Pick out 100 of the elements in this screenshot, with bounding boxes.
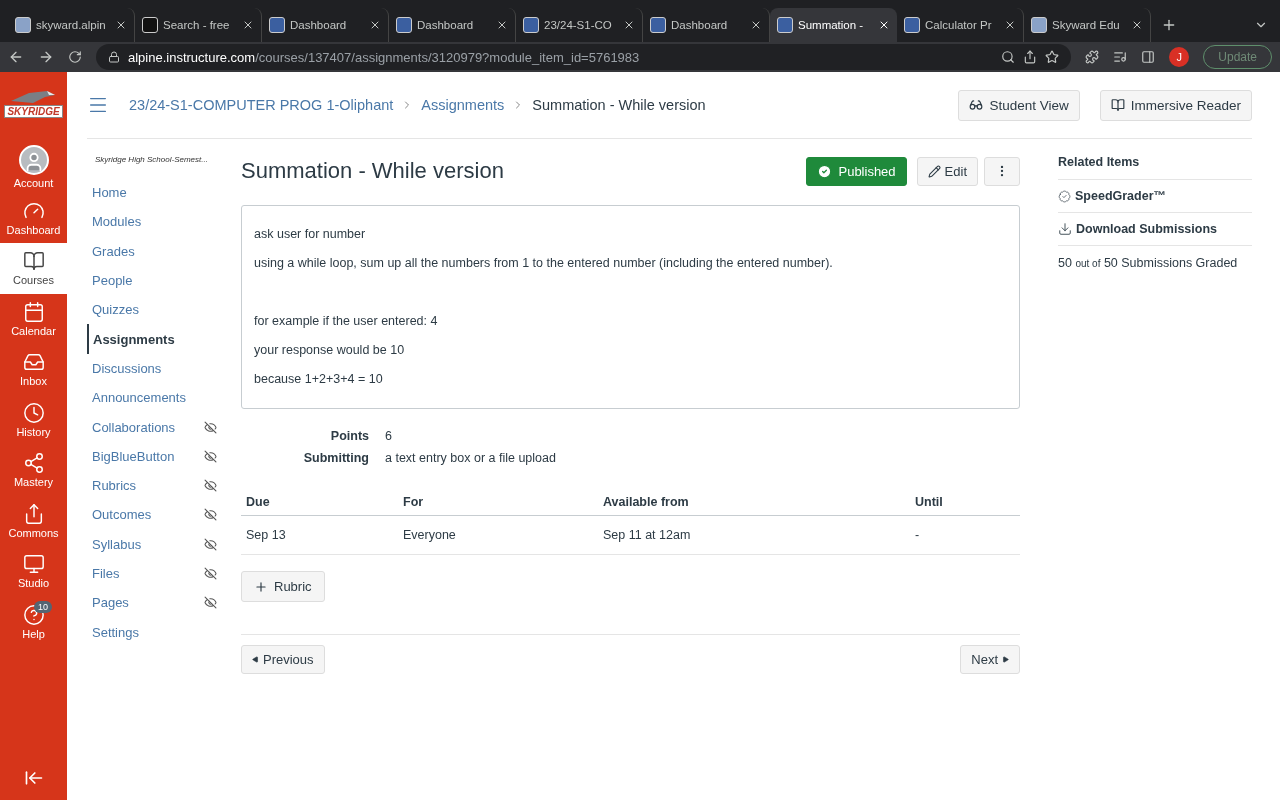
- left-triangle-icon: [252, 656, 259, 663]
- favicon-icon: [777, 17, 793, 33]
- next-button[interactable]: Next: [960, 645, 1020, 674]
- favicon-icon: [15, 17, 31, 33]
- global-nav-item[interactable]: Commons: [0, 495, 67, 546]
- assignment-title: Summation - While version: [241, 158, 505, 184]
- reload-icon[interactable]: [68, 50, 82, 64]
- breadcrumb-link[interactable]: Assignments: [421, 97, 505, 113]
- table-cell: Sep 11 at 12am: [598, 516, 910, 555]
- favicon-icon: [142, 17, 158, 33]
- glasses-icon: [969, 98, 984, 112]
- published-button[interactable]: Published: [806, 156, 907, 186]
- global-nav-item[interactable]: Dashboard: [0, 192, 67, 243]
- clock-icon: [22, 401, 45, 424]
- course-nav-link[interactable]: Rubrics: [87, 470, 217, 501]
- right-triangle-icon: [1002, 656, 1009, 663]
- global-nav-item[interactable]: Calendar: [0, 293, 67, 344]
- global-nav-item[interactable]: Mastery: [0, 445, 67, 496]
- global-nav-item[interactable]: Help 10: [0, 596, 67, 647]
- add-rubric-button[interactable]: Rubric: [241, 571, 325, 602]
- previous-button[interactable]: Previous: [241, 645, 325, 674]
- zoom-icon[interactable]: [1001, 50, 1016, 64]
- lock-icon: [108, 51, 120, 63]
- close-icon[interactable]: [369, 19, 381, 31]
- close-icon[interactable]: [878, 19, 890, 31]
- close-icon[interactable]: [1131, 19, 1143, 31]
- collapse-icon[interactable]: [23, 768, 44, 788]
- share-icon[interactable]: [1023, 50, 1038, 64]
- detail-label: Submitting: [302, 451, 369, 465]
- global-nav-item[interactable]: Studio: [0, 546, 67, 597]
- favicon-icon: [269, 17, 285, 33]
- global-nav-item[interactable]: Courses: [0, 243, 67, 294]
- bookmark-icon[interactable]: [1045, 50, 1060, 64]
- plus-icon: [254, 579, 268, 594]
- media-icon[interactable]: [1113, 50, 1128, 64]
- global-nav-item[interactable]: Inbox: [0, 344, 67, 395]
- side-panel-icon[interactable]: [1141, 50, 1156, 64]
- monitor-icon: [22, 553, 45, 576]
- immersive-reader-button[interactable]: Immersive Reader: [1099, 89, 1252, 121]
- favicon-icon: [523, 17, 539, 33]
- pencil-icon: [927, 164, 941, 178]
- book-icon: [22, 250, 45, 273]
- forward-icon[interactable]: [38, 49, 54, 65]
- related-items-heading: Related Items: [1058, 155, 1252, 180]
- close-icon[interactable]: [242, 19, 254, 31]
- download-link[interactable]: Download Submissions: [1058, 213, 1252, 246]
- course-nav-link[interactable]: Syllabus: [87, 529, 217, 559]
- column-header: Until: [910, 489, 1020, 516]
- count-badge: 10: [34, 600, 52, 613]
- global-nav-item[interactable]: Account: [0, 142, 67, 193]
- student-view-button[interactable]: Student View: [958, 89, 1080, 121]
- edit-button[interactable]: Edit: [916, 156, 978, 186]
- description-text: because 1+2+3+4 = 10: [254, 371, 384, 388]
- description-text: using a while loop, sum up all the numbers from 1 to the entered number (including the entered number).: [254, 255, 834, 272]
- course-nav-link[interactable]: Home: [87, 178, 217, 208]
- course-nav-link[interactable]: Settings: [87, 617, 217, 647]
- course-nav-link[interactable]: BigBlueButton: [87, 441, 217, 471]
- breadcrumb-link[interactable]: 23/24-S1-COMPUTER PROG 1-Oliphant: [129, 97, 394, 113]
- favicon-icon: [1031, 17, 1047, 33]
- close-icon[interactable]: [750, 19, 762, 31]
- favicon-icon: [904, 17, 920, 33]
- detail-label: Points: [329, 429, 369, 443]
- close-icon[interactable]: [115, 19, 127, 31]
- course-nav-link[interactable]: Announcements: [87, 383, 217, 413]
- course-nav-link[interactable]: Discussions: [87, 353, 217, 384]
- global-nav-item[interactable]: History: [0, 394, 67, 445]
- course-nav-link[interactable]: Outcomes: [87, 500, 217, 530]
- back-icon[interactable]: [8, 49, 24, 65]
- close-icon[interactable]: [623, 19, 635, 31]
- new-tab-icon[interactable]: [1161, 17, 1177, 33]
- course-nav-link[interactable]: Quizzes: [87, 295, 217, 325]
- badge-check-icon: [1058, 189, 1071, 203]
- speedgrader-link[interactable]: SpeedGrader™: [1058, 180, 1252, 213]
- course-nav-link[interactable]: Files: [87, 558, 217, 589]
- address-field[interactable]: alpine.instructure.com/courses/137407/assignments/3120979?module_item_id=5761983: [96, 44, 1072, 70]
- course-nav-link[interactable]: Collaborations: [87, 412, 217, 442]
- check-icon: [817, 163, 833, 179]
- course-nav-link[interactable]: People: [87, 265, 217, 296]
- nodes-icon: [22, 452, 45, 475]
- download-icon: [1058, 222, 1072, 236]
- profile-avatar[interactable]: J: [1169, 47, 1190, 67]
- book-icon: [1110, 98, 1125, 112]
- description-text: for example if the user entered: 4: [254, 313, 439, 330]
- table-cell: Sep 13: [241, 516, 398, 555]
- course-nav-link[interactable]: Grades: [87, 236, 217, 266]
- close-icon[interactable]: [496, 19, 508, 31]
- course-nav-link[interactable]: Pages: [87, 588, 217, 618]
- browser-tab[interactable]: Summation -: [770, 8, 897, 42]
- breadcrumb-link[interactable]: Summation - While version: [532, 97, 706, 113]
- graded-count: 50 out of 50 Submissions Graded: [1058, 255, 1239, 272]
- detail-value: a text entry box or a file upload: [385, 451, 557, 465]
- logo-text: SKYRIDGE: [4, 104, 63, 118]
- detail-value: 6: [385, 429, 393, 443]
- column-header: Due: [241, 489, 398, 516]
- close-icon[interactable]: [1004, 19, 1016, 31]
- course-nav-link[interactable]: Modules: [87, 207, 217, 237]
- course-nav-link[interactable]: Assignments: [87, 324, 217, 354]
- favicon-icon: [650, 17, 666, 33]
- description-text: your response would be 10: [254, 342, 406, 359]
- extensions-icon[interactable]: [1085, 50, 1100, 64]
